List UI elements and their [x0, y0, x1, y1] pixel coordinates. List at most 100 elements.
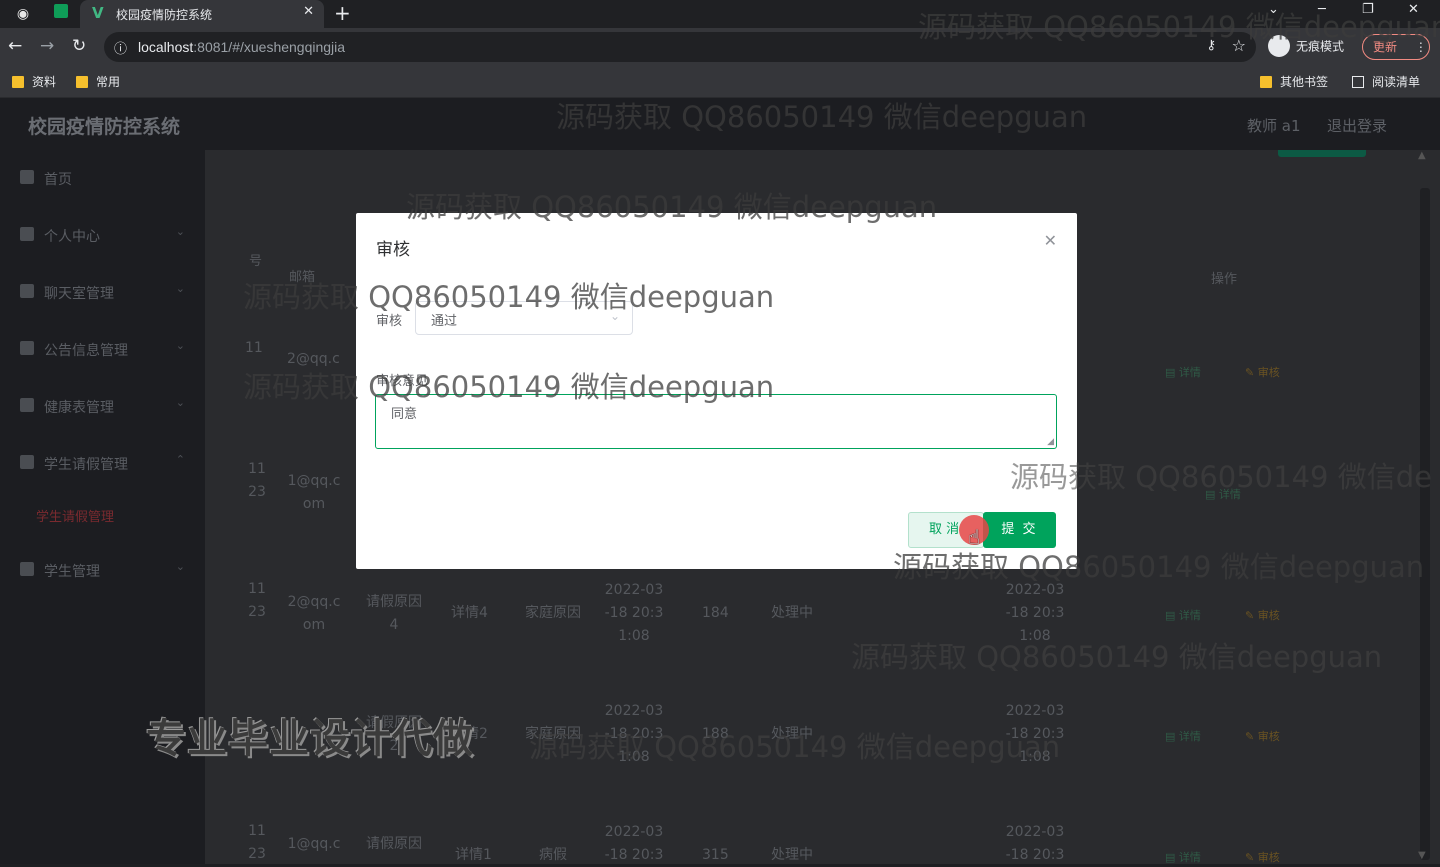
review-button[interactable]: ✎ 审核 [1245, 849, 1280, 865]
active-browser-tab[interactable]: V 校园疫情防控系统 ✕ [80, 0, 324, 28]
chevron-down-icon: ⌄ [175, 225, 185, 238]
table-cell-time: 2022-03 -18 20:3 1:08 [604, 703, 664, 765]
detail-button[interactable]: ▤ 详情 [1165, 607, 1201, 623]
column-header-email[interactable]: 邮箱 [289, 266, 315, 285]
sidebar-subitem-label: 学生请假管理 [36, 510, 115, 525]
folder-icon [12, 75, 24, 88]
opinion-textarea[interactable]: 同意 ◢ [375, 394, 1057, 449]
bookmark-star-icon[interactable]: ☆ [1232, 36, 1246, 55]
bookmarks-bar: 资料 常用 其他书签 阅读清单 [0, 66, 1440, 98]
incognito-icon [1268, 35, 1290, 57]
review-button[interactable]: ✎ 审核 [1245, 607, 1280, 623]
student-icon [20, 562, 34, 576]
sidebar-item-label: 首页 [44, 172, 72, 188]
address-toolbar: ← → ↻ ⓘ localhost:8081/#/xueshengqingjia… [0, 28, 1440, 66]
table-cell-email: 2@qq.c [287, 351, 340, 367]
table-cell-email: 1@qq.c om [287, 473, 341, 512]
resize-grip-icon[interactable]: ◢ [1047, 437, 1054, 447]
sidebar-item-profile[interactable]: 个人中心 ⌄ [0, 207, 205, 264]
chevron-down-icon: ⌄ [175, 339, 185, 352]
bookmark-other[interactable]: 其他书签 [1260, 73, 1328, 90]
flag-icon [20, 455, 34, 469]
column-header-action: 操作 [1211, 272, 1238, 287]
sidebar-item-students[interactable]: 学生管理 ⌄ [0, 542, 205, 599]
sidebar-item-label: 聊天室管理 [44, 286, 114, 302]
incognito-indicator[interactable]: 无痕模式 [1268, 35, 1344, 59]
table-cell-days: 184 [702, 605, 729, 621]
url-text[interactable]: localhost:8081/#/xueshengqingjia [138, 39, 345, 55]
detail-button[interactable]: ▤ 详情 [1165, 364, 1201, 380]
sidebar-item-notice[interactable]: 公告信息管理 ⌄ [0, 321, 205, 378]
close-tab-icon[interactable]: ✕ [303, 4, 314, 19]
minimize-icon[interactable]: ─ [1318, 2, 1326, 17]
table-cell-days: 188 [702, 726, 729, 742]
bookmark-folder-ziliao[interactable]: 资料 [12, 73, 56, 90]
omnibox[interactable]: ⓘ localhost:8081/#/xueshengqingjia ⚷ ☆ [104, 32, 1256, 62]
sheet-tab-icon[interactable] [50, 3, 72, 25]
sidebar-item-chatroom[interactable]: 聊天室管理 ⌄ [0, 264, 205, 321]
sidebar-item-home[interactable]: 首页 [0, 150, 205, 207]
site-info-icon[interactable]: ⓘ [114, 38, 127, 57]
logout-link[interactable]: 退出登录 [1327, 115, 1387, 136]
table-cell-type: 家庭原因 [525, 726, 581, 742]
sidebar-item-leave[interactable]: 学生请假管理 ⌃ [0, 435, 205, 492]
vue-logo-icon: V [92, 4, 104, 22]
window-close-icon[interactable]: ✕ [1408, 2, 1419, 17]
sidebar-item-health[interactable]: 健康表管理 ⌄ [0, 378, 205, 435]
bookmark-folder-changyong[interactable]: 常用 [76, 73, 120, 90]
scrollbar[interactable] [1420, 188, 1430, 860]
user-label: 教师 a1 [1247, 117, 1301, 135]
review-button[interactable]: ✎ 审核 [1245, 364, 1280, 380]
toolbar-button-partial[interactable] [1278, 150, 1366, 157]
notice-icon [20, 341, 34, 355]
password-key-icon[interactable]: ⚷ [1206, 38, 1216, 53]
back-icon[interactable]: ← [8, 36, 22, 56]
sidebar-item-label: 健康表管理 [44, 400, 114, 416]
app-header: 校园疫情防控系统 教师 a1 退出登录 [0, 98, 1440, 150]
scroll-down-icon[interactable]: ▼ [1418, 850, 1426, 861]
browser-globe-icon[interactable]: ◉ [12, 3, 34, 25]
sidebar-item-label: 公告信息管理 [44, 343, 128, 359]
reload-icon[interactable]: ↻ [72, 36, 86, 56]
sidebar-subitem-leave-manage[interactable]: 学生请假管理 [0, 496, 205, 536]
sidebar-item-label: 学生管理 [44, 564, 100, 580]
detail-button[interactable]: ▤ 详情 [1165, 849, 1201, 865]
review-select[interactable]: 通过 ⌄ [415, 301, 633, 335]
update-button[interactable]: 更新 ⋮ [1362, 34, 1430, 60]
review-label: 审核 [376, 314, 403, 329]
table-cell-detail: 详情4 [451, 605, 488, 621]
tab-search-icon[interactable]: ⌄ [1268, 2, 1279, 17]
table-cell-reason: 请假原因 4 [366, 594, 422, 633]
restore-icon[interactable]: ❐ [1362, 2, 1374, 17]
opinion-label: 审核意见 [376, 374, 429, 389]
reading-list-icon [1352, 75, 1364, 88]
chevron-up-icon: ⌃ [175, 453, 185, 466]
chevron-down-icon: ⌄ [175, 560, 185, 573]
table-cell-id: 11 23 [248, 823, 266, 862]
review-select-value: 通过 [431, 314, 458, 329]
user-icon [20, 227, 34, 241]
table-cell-reason: 请假原因 [366, 836, 422, 852]
detail-button[interactable]: ▤ 详情 [1205, 486, 1241, 502]
table-cell-id: 11 23 [248, 461, 266, 500]
folder-icon [76, 75, 88, 88]
table-cell-time: 2022-03 -18 20:3 [604, 824, 664, 863]
submit-button[interactable]: 提 交 [983, 512, 1056, 548]
close-icon[interactable]: ✕ [1044, 231, 1057, 250]
forward-icon[interactable]: → [40, 36, 54, 56]
folder-icon [1260, 75, 1272, 88]
opinion-textarea-value: 同意 [391, 407, 418, 422]
reading-list[interactable]: 阅读清单 [1352, 73, 1420, 90]
table-cell-type: 家庭原因 [525, 605, 581, 621]
table-cell-id: 11 [245, 340, 263, 356]
chevron-down-icon: ⌄ [175, 396, 185, 409]
chevron-down-icon: ⌄ [175, 282, 185, 295]
tab-title: 校园疫情防控系统 [116, 8, 213, 22]
detail-button[interactable]: ▤ 详情 [1165, 728, 1201, 744]
scroll-up-icon[interactable]: ▲ [1418, 150, 1426, 161]
chat-icon [20, 284, 34, 298]
review-button[interactable]: ✎ 审核 [1245, 728, 1280, 744]
dialog-title: 审核 [376, 240, 410, 260]
new-tab-icon[interactable]: + [334, 1, 351, 25]
browser-tab-strip: ◉ V 校园疫情防控系统 ✕ + ⌄ ─ ❐ ✕ [0, 0, 1440, 28]
